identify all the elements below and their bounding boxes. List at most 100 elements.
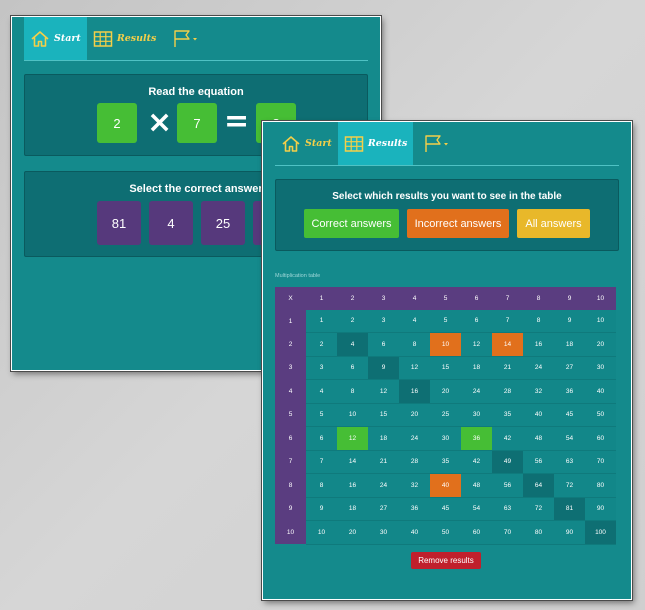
answer-button-1[interactable]: 81 (97, 201, 141, 245)
table-cell: 35 (492, 403, 523, 427)
table-cell: 36 (399, 497, 430, 521)
tab-results[interactable]: Results (87, 17, 163, 60)
table-cell: 4 (399, 309, 430, 333)
home-icon (31, 30, 49, 47)
table-cell: 20 (399, 403, 430, 427)
multiplication-table: X 1 2 3 4 5 6 7 8 9 10 1 1 2 3 4 5 6 7 8 9 10 2 2 4 6 8 10 12 14 16 18 2… (275, 287, 616, 545)
table-cell: 42 (492, 426, 523, 451)
tab-results[interactable]: Results (337, 122, 414, 165)
table-cell: 70 (585, 450, 616, 474)
flag-icon (425, 134, 449, 152)
row-header-cell: 4 (275, 379, 306, 403)
tab-results-label: Results (367, 138, 408, 149)
table-cell: 14 (337, 450, 368, 474)
answer-button-3[interactable]: 25 (201, 201, 245, 245)
table-cell: 27 (554, 356, 585, 380)
table-cell: 18 (461, 356, 492, 380)
table-cell: 25 (430, 403, 461, 427)
table-cell: 15 (368, 403, 399, 427)
row-header-cell: 7 (275, 450, 306, 474)
table-cell: 7 (492, 309, 523, 333)
incorrect-answers-button[interactable]: Incorrect answers (407, 209, 509, 238)
table-cell: 45 (430, 497, 461, 521)
table-cell: 12 (461, 332, 492, 357)
table-cell: 8 (306, 473, 337, 498)
table-cell: 63 (492, 497, 523, 521)
correct-answers-button[interactable]: Correct answers (304, 209, 399, 238)
table-cell: 3 (368, 309, 399, 333)
row-header-cell: 3 (275, 356, 306, 380)
table-cell: 30 (430, 426, 461, 451)
language-dropdown[interactable] (413, 122, 457, 165)
top-nav: Start Results (24, 17, 206, 60)
table-cell: 27 (368, 497, 399, 521)
home-icon (282, 135, 300, 152)
read-equation-title: Read the equation (148, 86, 244, 98)
tab-start[interactable]: Start (275, 122, 338, 165)
table-row: 5 5 10 15 20 25 30 35 40 45 50 (275, 403, 616, 427)
table-cell: 72 (554, 473, 585, 498)
table-cell: 40 (430, 473, 461, 498)
table-cell: 63 (554, 450, 585, 474)
table-cell: 12 (337, 426, 368, 451)
table-cell: 20 (585, 332, 616, 357)
column-header-cell: 5 (430, 287, 461, 310)
table-row: 8 8 16 24 32 40 48 56 64 72 80 (275, 473, 616, 498)
table-cell: 60 (585, 426, 616, 451)
table-cell: 48 (523, 426, 554, 451)
equation-left-operand: 2 (97, 103, 137, 143)
table-cell: 70 (492, 520, 523, 545)
table-cell: 3 (306, 356, 337, 380)
table-row: 3 3 6 9 12 15 18 21 24 27 30 (275, 356, 616, 380)
table-cell: 10 (430, 332, 461, 357)
answer-button-2[interactable]: 4 (149, 201, 193, 245)
table-cell: 32 (399, 473, 430, 498)
table-cell: 10 (585, 309, 616, 333)
table-cell: 2 (337, 309, 368, 333)
column-header-cell: 1 (306, 287, 337, 310)
table-cell: 15 (430, 356, 461, 380)
filter-title: Select which results you want to see in … (332, 191, 562, 202)
row-header-cell: 5 (275, 403, 306, 427)
table-cell: 16 (399, 379, 430, 404)
table-cell: 90 (554, 520, 585, 545)
table-cell: 18 (337, 497, 368, 521)
table-cell: 30 (585, 356, 616, 380)
table-corner-cell: X (275, 287, 306, 310)
table-cell: 9 (554, 309, 585, 333)
table-cell: 30 (461, 403, 492, 427)
multiply-sign: × (147, 105, 173, 140)
table-cell: 24 (368, 473, 399, 498)
table-icon (344, 135, 364, 152)
all-answers-button[interactable]: All answers (517, 209, 590, 238)
table-cell: 50 (585, 403, 616, 427)
table-header-row: X 1 2 3 4 5 6 7 8 9 10 (275, 287, 616, 310)
language-dropdown[interactable] (162, 17, 206, 60)
row-header-cell: 6 (275, 426, 306, 450)
tab-start[interactable]: Start (24, 17, 87, 60)
table-cell: 48 (461, 473, 492, 498)
table-cell: 24 (523, 356, 554, 380)
row-header-cell: 10 (275, 520, 306, 544)
top-nav: Start Results (275, 122, 457, 165)
column-header-cell: 9 (554, 287, 585, 310)
table-cell: 28 (492, 379, 523, 404)
table-cell: 21 (492, 356, 523, 380)
table-cell: 35 (430, 450, 461, 474)
table-cell: 5 (430, 309, 461, 333)
remove-results-button[interactable]: Remove results (411, 552, 481, 569)
equals-sign: = (224, 104, 250, 139)
table-cell: 64 (523, 473, 554, 498)
table-cell: 9 (368, 356, 399, 380)
table-cell: 6 (368, 332, 399, 357)
table-cell: 4 (337, 332, 368, 357)
table-cell: 20 (430, 379, 461, 404)
table-cell: 56 (523, 450, 554, 474)
column-header-cell: 7 (492, 287, 523, 310)
table-cell: 40 (585, 379, 616, 404)
table-row: 4 4 8 12 16 20 24 28 32 36 40 (275, 379, 616, 404)
chevron-down-icon (444, 142, 449, 145)
table-cell: 42 (461, 450, 492, 474)
table-cell: 20 (337, 520, 368, 545)
column-header-cell: 10 (585, 287, 616, 310)
